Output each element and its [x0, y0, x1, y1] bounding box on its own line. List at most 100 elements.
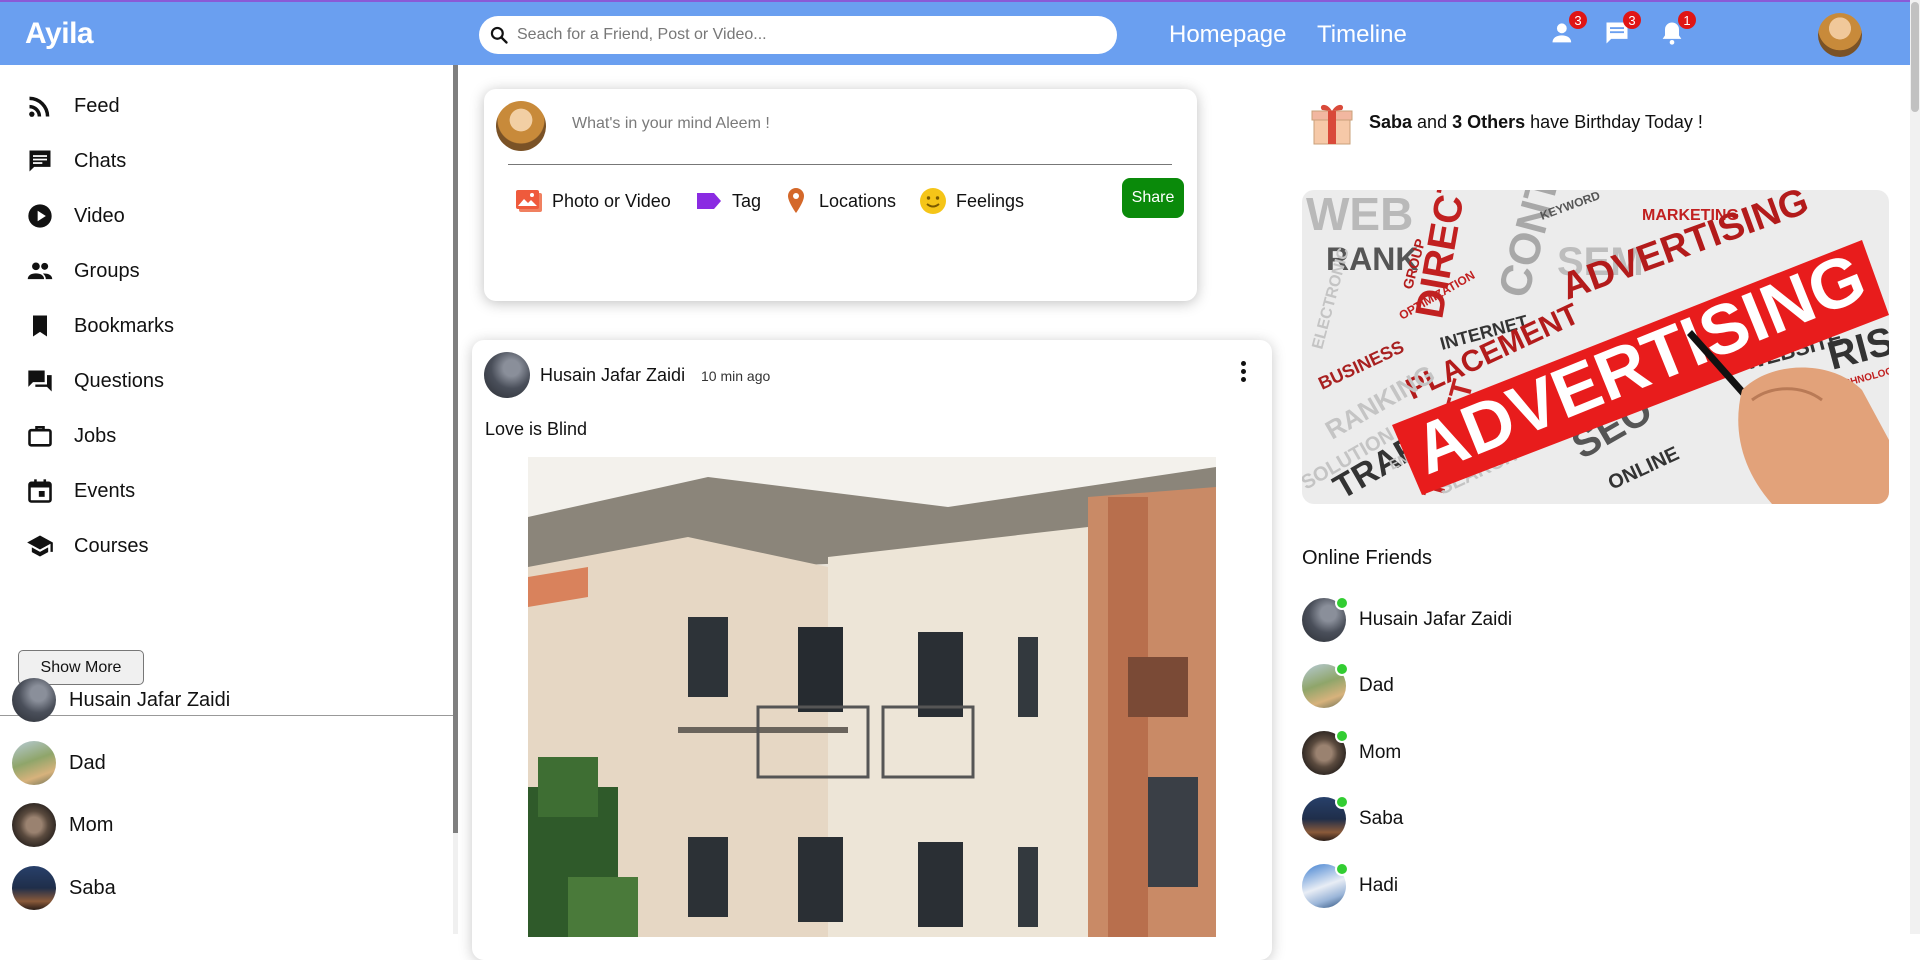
- birthday-person[interactable]: Saba: [1369, 112, 1412, 132]
- avatar: [12, 866, 56, 910]
- option-label: Tag: [732, 190, 762, 211]
- messages-button[interactable]: 3: [1603, 11, 1641, 47]
- groups-icon: [25, 256, 55, 286]
- friend-requests-button[interactable]: 3: [1549, 11, 1587, 47]
- sidebar-item-label: Jobs: [74, 424, 117, 447]
- friend-name: Husain Jafar Zaidi: [69, 688, 231, 711]
- sidebar-item-jobs[interactable]: Jobs: [25, 421, 116, 451]
- avatar: [1302, 596, 1349, 642]
- online-status-dot: [1335, 795, 1349, 809]
- advertising-image: WEB RANK DIRECT CONTENT SEM MARKETING AD…: [1302, 190, 1889, 504]
- friend-list-item[interactable]: Mom: [12, 803, 113, 847]
- photo-library-icon: [516, 190, 542, 212]
- avatar: [1302, 729, 1349, 775]
- birthday-text: Saba and 3 Others have Birthday Today !: [1369, 112, 1703, 133]
- feelings-option[interactable]: Feelings: [918, 186, 1024, 216]
- notifications-button[interactable]: 1: [1658, 11, 1696, 47]
- sidebar-item-video[interactable]: Video: [25, 201, 125, 231]
- online-friend-item[interactable]: Mom: [1302, 729, 1402, 775]
- avatar: [496, 101, 546, 151]
- online-friend-item[interactable]: Dad: [1302, 662, 1394, 708]
- nav-homepage-link[interactable]: Homepage: [1169, 21, 1286, 49]
- more-options-icon[interactable]: [1237, 358, 1249, 386]
- avatar: [12, 803, 56, 847]
- sidebar-item-events[interactable]: Events: [25, 476, 135, 506]
- sidebar-item-courses[interactable]: Courses: [25, 531, 148, 561]
- option-label: Locations: [819, 190, 897, 211]
- chat-icon: [25, 146, 55, 176]
- location-option[interactable]: Locations: [781, 186, 896, 216]
- avatar: [12, 678, 56, 722]
- avatar: [1302, 795, 1349, 841]
- location-pin-icon: [788, 188, 804, 213]
- sidebar-item-label: Bookmarks: [74, 314, 175, 337]
- search-bar[interactable]: [479, 16, 1117, 54]
- post-image[interactable]: [528, 457, 1216, 937]
- search-icon: [490, 26, 508, 44]
- share-button[interactable]: Share: [1122, 178, 1184, 218]
- page-scrollbar-thumb[interactable]: [1911, 2, 1919, 112]
- gift-icon: [1311, 104, 1353, 145]
- search-input[interactable]: [517, 26, 1097, 44]
- sidebar-item-label: Questions: [74, 369, 165, 392]
- friend-name: Mom: [69, 813, 114, 836]
- birthday-suffix: have Birthday Today !: [1530, 111, 1703, 132]
- friend-list-item[interactable]: Husain Jafar Zaidi: [12, 678, 230, 722]
- online-friends-title: Online Friends: [1302, 547, 1433, 569]
- birthday-notice: Saba and 3 Others have Birthday Today !: [1310, 98, 1703, 146]
- friend-list-item[interactable]: Dad: [12, 741, 106, 785]
- online-status-dot: [1335, 662, 1349, 676]
- online-friend-item[interactable]: Saba: [1302, 795, 1404, 841]
- play-circle-icon: [25, 201, 55, 231]
- messages-badge: 3: [1623, 11, 1641, 29]
- nav-timeline-link[interactable]: Timeline: [1317, 21, 1407, 49]
- calendar-icon: [25, 476, 55, 506]
- sidebar-item-bookmarks[interactable]: Bookmarks: [25, 311, 174, 341]
- briefcase-icon: [25, 421, 55, 451]
- friend-name: Husain Jafar Zaidi: [1359, 609, 1513, 630]
- building-photo: [528, 457, 1216, 937]
- notifications-badge: 1: [1678, 11, 1696, 29]
- photo-video-option[interactable]: Photo or Video: [514, 186, 671, 216]
- profile-avatar[interactable]: [1818, 13, 1862, 57]
- school-icon: [25, 531, 55, 561]
- sidebar-item-label: Feed: [74, 94, 120, 117]
- friend-name: Mom: [1359, 742, 1402, 763]
- post-input[interactable]: [572, 115, 1162, 133]
- divider: [508, 164, 1172, 165]
- sidebar-item-label: Video: [74, 204, 125, 227]
- sidebar-item-questions[interactable]: Questions: [25, 366, 164, 396]
- avatar: [1302, 662, 1349, 708]
- friend-name: Saba: [1359, 808, 1404, 829]
- tag-option[interactable]: Tag: [694, 186, 761, 216]
- online-friend-item[interactable]: Hadi: [1302, 862, 1398, 908]
- questions-icon: [25, 366, 55, 396]
- sidebar-item-label: Chats: [74, 149, 127, 172]
- option-label: Photo or Video: [552, 190, 671, 211]
- option-label: Feelings: [956, 190, 1025, 211]
- top-navbar: Ayila Homepage Timeline 3 3 1: [0, 0, 1920, 65]
- ad-word: WEB: [1306, 190, 1413, 240]
- sidebar-item-feed[interactable]: Feed: [25, 91, 120, 121]
- avatar: [12, 741, 56, 785]
- friend-name: Saba: [69, 876, 116, 899]
- app-logo[interactable]: Ayila: [25, 17, 94, 51]
- online-status-dot: [1335, 729, 1349, 743]
- advertising-banner[interactable]: WEB RANK DIRECT CONTENT SEM MARKETING AD…: [1302, 190, 1889, 504]
- friend-list-item[interactable]: Saba: [12, 866, 116, 910]
- post-timestamp: 10 min ago: [701, 368, 771, 384]
- online-status-dot: [1335, 862, 1349, 876]
- tag-icon: [697, 193, 721, 209]
- friend-requests-badge: 3: [1569, 11, 1587, 29]
- post-author[interactable]: Husain Jafar Zaidi: [540, 365, 685, 386]
- sidebar-item-groups[interactable]: Groups: [25, 256, 140, 286]
- left-sidebar: Feed Chats Video Groups Bookmarks Questi…: [0, 65, 453, 934]
- sidebar-item-chats[interactable]: Chats: [25, 146, 126, 176]
- sidebar-scrollbar-thumb[interactable]: [453, 65, 458, 833]
- birthday-others[interactable]: 3 Others: [1452, 112, 1525, 132]
- online-friend-item[interactable]: Husain Jafar Zaidi: [1302, 596, 1513, 642]
- sidebar-item-label: Groups: [74, 259, 140, 282]
- page-scrollbar-track[interactable]: [1910, 0, 1920, 934]
- avatar[interactable]: [484, 352, 530, 398]
- rss-icon: [25, 91, 55, 121]
